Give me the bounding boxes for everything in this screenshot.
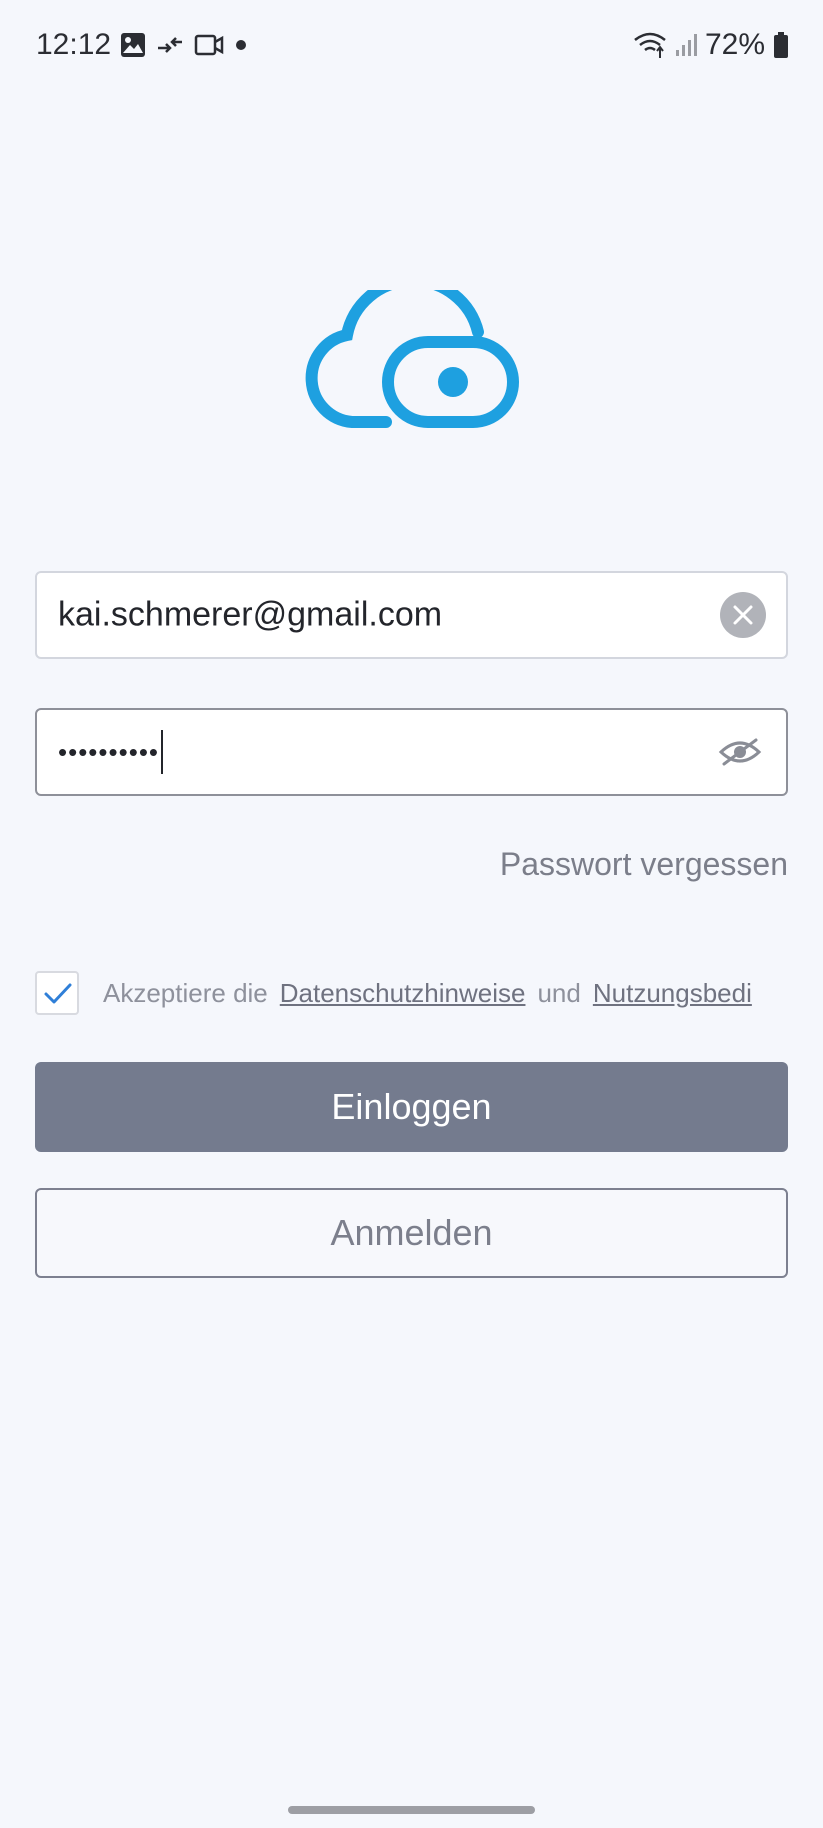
terms-conjunction: und bbox=[537, 977, 581, 1008]
home-indicator[interactable] bbox=[288, 1806, 535, 1814]
eye-off-icon bbox=[718, 738, 762, 766]
image-icon bbox=[120, 32, 146, 58]
app-logo bbox=[300, 274, 522, 432]
status-right: 72% bbox=[633, 28, 789, 62]
battery-percentage: 72% bbox=[704, 28, 765, 61]
password-value[interactable]: •••••••••• bbox=[58, 730, 164, 774]
dot-icon bbox=[234, 38, 248, 52]
password-dots: •••••••••• bbox=[58, 736, 160, 767]
password-field[interactable]: •••••••••• bbox=[35, 708, 788, 796]
checkmark-icon bbox=[44, 983, 72, 1004]
register-button[interactable]: Anmelden bbox=[35, 1188, 788, 1278]
terms-row: Akzeptiere die Datenschutzhinweise und N… bbox=[35, 970, 788, 1016]
video-camera-icon bbox=[194, 33, 224, 57]
privacy-policy-link[interactable]: Datenschutzhinweise bbox=[280, 978, 526, 1009]
terms-of-use-link[interactable]: Nutzungsbedi bbox=[593, 978, 752, 1009]
signal-icon bbox=[675, 32, 697, 58]
terms-prefix: Akzeptiere die bbox=[103, 977, 268, 1008]
terms-checkbox[interactable] bbox=[35, 971, 79, 1015]
status-bar: 12:12 72% bbox=[0, 0, 823, 92]
clear-email-button[interactable] bbox=[720, 592, 766, 638]
status-time: 12:12 bbox=[36, 28, 112, 61]
data-transfer-icon bbox=[156, 34, 184, 56]
close-icon bbox=[733, 605, 753, 625]
email-field[interactable]: kai.schmerer@gmail.com bbox=[35, 571, 788, 659]
toggle-password-visibility-button[interactable] bbox=[718, 736, 762, 768]
login-button[interactable]: Einloggen bbox=[35, 1062, 788, 1152]
battery-icon bbox=[773, 31, 789, 59]
status-left-icons bbox=[120, 32, 248, 58]
email-value[interactable]: kai.schmerer@gmail.com bbox=[58, 596, 442, 635]
wifi-icon bbox=[633, 31, 667, 59]
text-caret bbox=[161, 730, 164, 774]
cloud-eye-logo bbox=[305, 274, 519, 428]
forgot-password-link[interactable]: Passwort vergessen bbox=[500, 846, 788, 883]
